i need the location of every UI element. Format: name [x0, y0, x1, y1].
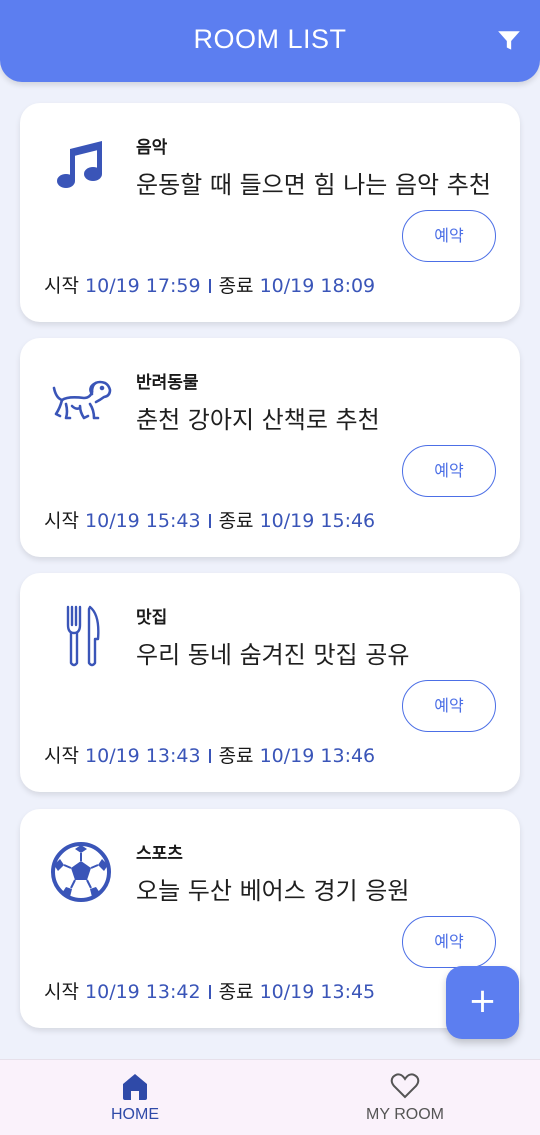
end-time: 10/19 13:45: [259, 981, 376, 1003]
room-times: 시작 10/19 13:43 종료 10/19 13:46: [44, 741, 375, 768]
room-title: 운동할 때 들으면 힘 나는 음악 추천: [136, 171, 491, 199]
end-label: 종료: [218, 981, 254, 1003]
room-category: 반려동물: [136, 373, 199, 393]
divider: [208, 749, 211, 763]
room-card[interactable]: 음악 운동할 때 들으면 힘 나는 음악 추천 예약 시작 10/19 17:5…: [20, 103, 520, 322]
room-category: 음악: [136, 138, 168, 158]
reserve-button[interactable]: 예약: [402, 916, 496, 968]
start-label: 시작: [44, 510, 79, 532]
start-label: 시작: [44, 981, 79, 1003]
music-note-icon: [50, 135, 112, 197]
room-title: 춘천 강아지 산책로 추천: [136, 406, 380, 434]
end-label: 종료: [218, 275, 254, 297]
start-time: 10/19 15:43: [85, 510, 201, 532]
add-room-button[interactable]: +: [446, 966, 519, 1039]
nav-my-room-label: MY ROOM: [366, 1106, 444, 1123]
room-times: 시작 10/19 15:43 종료 10/19 15:46: [44, 506, 375, 533]
room-category: 맛집: [136, 608, 168, 628]
end-label: 종료: [218, 745, 254, 767]
filter-icon[interactable]: [496, 28, 522, 54]
dog-icon: [50, 370, 112, 432]
start-time: 10/19 17:59: [85, 275, 201, 297]
reserve-button[interactable]: 예약: [402, 210, 496, 262]
heart-icon: [389, 1070, 421, 1102]
end-time: 10/19 13:46: [259, 745, 376, 767]
page-title: ROOM LIST: [193, 24, 347, 54]
room-times: 시작 10/19 17:59 종료 10/19 18:09: [44, 271, 375, 298]
room-category: 스포츠: [136, 844, 183, 864]
soccer-ball-icon: [50, 841, 112, 903]
start-label: 시작: [44, 745, 79, 767]
nav-home[interactable]: HOME: [0, 1060, 270, 1135]
plus-icon: +: [468, 981, 497, 1021]
room-times: 시작 10/19 13:42 종료 10/19 13:45: [44, 977, 375, 1004]
room-card[interactable]: 반려동물 춘천 강아지 산책로 추천 예약 시작 10/19 15:43 종료 1…: [20, 338, 520, 557]
room-card[interactable]: 스포츠 오늘 두산 베어스 경기 응원 예약 시작 10/19 13:42 종료 …: [20, 809, 520, 1028]
divider: [208, 514, 211, 528]
app-header: ROOM LIST: [0, 0, 540, 82]
end-time: 10/19 15:46: [259, 510, 376, 532]
room-title: 오늘 두산 베어스 경기 응원: [136, 877, 410, 905]
start-label: 시작: [44, 275, 79, 297]
end-time: 10/19 18:09: [259, 275, 376, 297]
home-icon: [119, 1070, 151, 1102]
reserve-button[interactable]: 예약: [402, 445, 496, 497]
nav-my-room[interactable]: MY ROOM: [270, 1060, 540, 1135]
start-time: 10/19 13:42: [85, 981, 201, 1003]
bottom-navigation: HOME MY ROOM: [0, 1059, 540, 1135]
reserve-button[interactable]: 예약: [402, 680, 496, 732]
end-label: 종료: [218, 510, 254, 532]
start-time: 10/19 13:43: [85, 745, 201, 767]
nav-home-label: HOME: [111, 1106, 159, 1123]
room-card[interactable]: 맛집 우리 동네 숨겨진 맛집 공유 예약 시작 10/19 13:43 종료 1…: [20, 573, 520, 792]
divider: [208, 985, 211, 999]
fork-knife-icon: [50, 605, 112, 667]
room-title: 우리 동네 숨겨진 맛집 공유: [136, 641, 410, 669]
divider: [208, 279, 211, 293]
